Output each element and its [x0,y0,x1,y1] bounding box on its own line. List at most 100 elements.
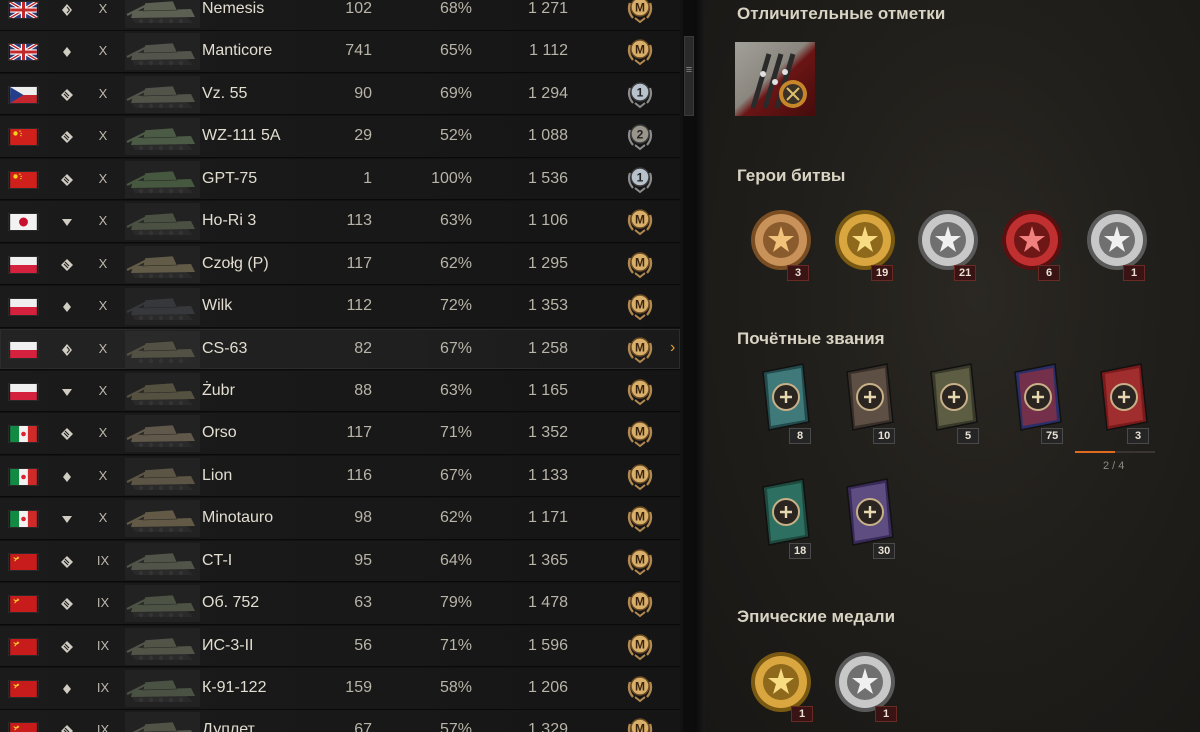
win-rate: 72% [439,297,472,315]
shell-rank-icon[interactable] [1083,360,1163,440]
win-rate: 58% [439,679,472,696]
vehicle-row[interactable]: X Lion 116 67% 1 133 M [0,455,680,498]
vehicle-row[interactable]: X Wilk 112 72% 1 353 M [0,286,680,328]
table-scrollbar[interactable]: ≡ [683,0,695,732]
vehicle-row[interactable]: X Żubr 88 63% 1 165 M [0,370,680,413]
mastery-badge-icon: 1 [624,163,656,195]
vehicle-row[interactable]: IX CT-I 95 64% 1 365 M [0,540,680,583]
battles-count: 102 [345,0,372,17]
rank-count: 30 [873,543,896,559]
tank-image [125,245,200,283]
vehicle-stats-table: X Nemesis 102 68% 1 271 M X Manticore 741 65% 1 11… [0,0,695,732]
rank-count: 5 [957,428,979,444]
win-rate: 57% [439,721,472,732]
vehicle-row[interactable]: X GPT-75 1 100% 1 536 1 [0,158,680,201]
vehicle-row[interactable]: X Vz. 55 90 69% 1 294 1 [0,73,680,116]
tank-image [125,118,200,156]
vehicle-tier: X [98,170,108,186]
average-experience: 1 112 [529,42,568,60]
battles-count: 95 [354,551,372,569]
tank-image [125,457,200,495]
mastery-badge-icon: 1 [624,78,656,110]
vehicle-tier: X [98,1,108,16]
battles-count: 56 [354,636,372,654]
sword-star-medal-icon[interactable] [741,200,821,280]
chevron-rank-icon[interactable] [913,360,993,440]
ussr-flag-icon [8,552,39,571]
marks-of-excellence-icon[interactable] [735,42,815,116]
battles-count: 63 [354,594,372,612]
vehicle-row[interactable]: X Ho-Ri 3 113 63% 1 106 M [0,201,680,243]
tank-rank-icon[interactable] [829,360,909,440]
vehicle-tier: X [98,298,108,314]
svg-text:M: M [635,1,645,15]
win-rate: 63% [439,381,472,399]
tank-image [125,75,200,113]
tank-image [125,542,200,580]
battles-count: 741 [345,42,372,60]
vehicle-name: К-91-122 [202,679,267,696]
red-cross-medal-icon[interactable] [992,200,1072,280]
vehicle-row[interactable]: X Czołg (P) 117 62% 1 295 M [0,243,680,286]
rank-count: 10 [873,428,896,444]
vehicle-tier: X [98,510,108,526]
medal-count: 1 [791,706,813,722]
vehicle-row[interactable]: X Manticore 741 65% 1 112 M [0,31,680,73]
average-experience: 1 352 [527,424,568,442]
bullet-rank-icon[interactable] [745,475,825,555]
mastery-badge-icon: M [624,35,656,67]
vehicle-row[interactable]: X WZ-111 5A 29 52% 1 088 2 [0,116,680,158]
china-flag-icon [8,170,39,189]
win-rate: 62% [439,254,472,272]
win-rate: 63% [439,212,472,230]
vehicle-row[interactable]: X CS-63 82 67% 1 258 M › [0,328,680,370]
vehicle-row[interactable]: X Minotauro 98 62% 1 171 M [0,498,680,540]
vehicle-name: Vz. 55 [202,84,248,102]
vehicle-row[interactable]: IX Дуплет 67 57% 1 329 M [0,710,680,732]
stars-rank-icon[interactable] [997,360,1077,440]
win-rate: 79% [439,594,472,612]
svg-text:M: M [635,425,645,439]
battle-heroes-title: Герои битвы [737,166,846,185]
svg-text:M: M [635,43,645,57]
czech-flag-icon [8,85,39,104]
mastery-badge-icon: M [624,248,656,280]
svg-text:M: M [635,510,645,524]
vehicle-tier: IX [96,552,110,568]
win-rate: 68% [439,0,472,17]
mastery-badge-icon: M [624,460,656,492]
vehicle-name: Ho-Ri 3 [202,212,257,230]
tank-image [125,670,200,707]
vehicle-name: Об. 752 [202,594,260,612]
chevron-right-icon: › [670,338,676,356]
svg-text:2: 2 [637,128,644,142]
vehicle-row[interactable]: X Orso 117 71% 1 352 M [0,413,680,455]
vehicle-row[interactable]: IX ИС-3-II 56 71% 1 596 M [0,625,680,668]
vehicle-tier: X [98,128,108,144]
svg-text:1: 1 [637,85,644,99]
achievements-panel: Отличительные отметки Герои битвы 3 19 2… [705,0,1200,732]
scrollbar-thumb[interactable]: ≡ [684,36,694,116]
battles-count: 117 [346,254,372,272]
medal-count: 21 [954,265,977,281]
italy-flag-icon [8,467,39,486]
target-rank-icon[interactable] [829,475,909,555]
vehicle-row[interactable]: IX К-91-122 159 58% 1 206 M [0,668,680,710]
tank-image [125,585,200,623]
vehicle-name: WZ-111 5A [202,127,281,145]
vehicle-row[interactable]: X Nemesis 102 68% 1 271 M [0,0,680,31]
average-experience: 1 596 [527,636,568,654]
mastery-badge-icon: M [624,205,656,237]
vehicle-row[interactable]: IX Об. 752 63 79% 1 478 M [0,583,680,625]
average-experience: 1 329 [527,721,568,732]
silver-gears-medal-icon[interactable] [1077,200,1157,280]
light-tank-type-icon [59,681,75,697]
poland-flag-icon [8,382,39,401]
vehicle-tier: X [98,255,108,271]
sword-rank-icon[interactable] [745,360,825,440]
battles-count: 90 [354,84,372,102]
svg-text:M: M [635,467,645,481]
win-rate: 64% [439,551,472,569]
vehicle-name: ИС-3-II [202,636,254,654]
uk-flag-icon [8,43,39,62]
